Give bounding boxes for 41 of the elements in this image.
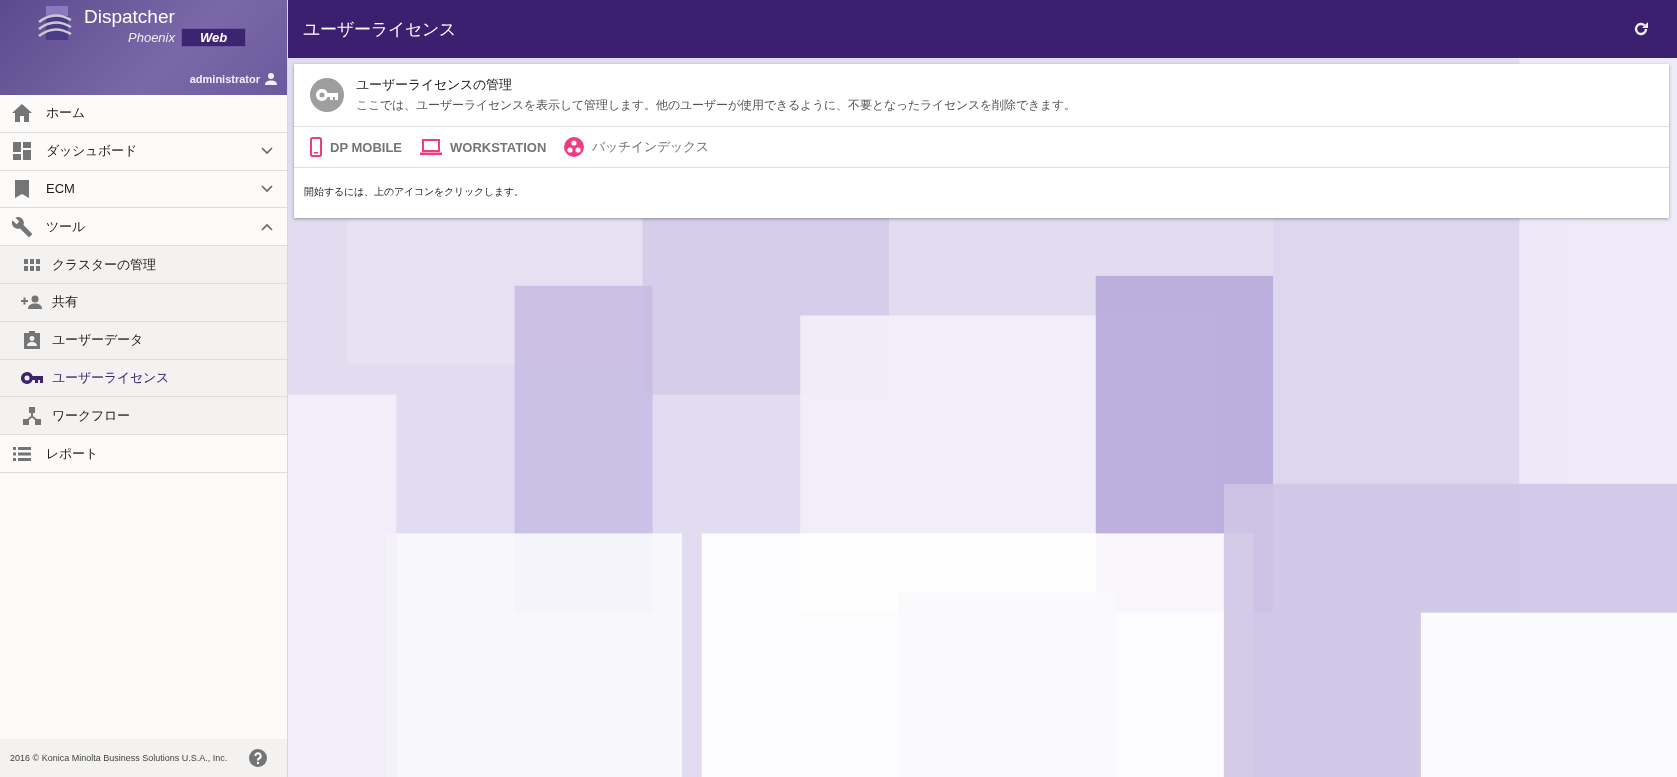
instruction-text: 開始するには、上のアイコンをクリックします。: [303, 185, 525, 199]
add-person-icon: [21, 295, 43, 310]
grid-icon: [24, 258, 40, 271]
home-icon: [12, 104, 32, 123]
copyright-text: 2016 © Konica Minolta Business Solutions U.S.A., Inc.: [10, 753, 229, 763]
license-tab[interactable]: バッチインデックス: [564, 137, 710, 157]
page-title: ユーザーライセンス: [303, 18, 457, 41]
key-icon: [21, 371, 43, 384]
app-title: Dispatcher: [84, 6, 176, 28]
workflow-icon: [23, 406, 41, 425]
list-icon: [13, 446, 31, 461]
nav-item[interactable]: レポート: [0, 435, 287, 473]
license-tab[interactable]: WORKSTATION: [420, 139, 547, 155]
nav-item[interactable]: ワークフロー: [0, 397, 287, 436]
edition-label: Web: [181, 28, 247, 47]
help-icon[interactable]: [249, 749, 267, 767]
card-title: ユーザーライセンスの管理: [356, 76, 513, 94]
nav-item[interactable]: ユーザーライセンス: [0, 359, 287, 398]
nav-item[interactable]: ホーム: [0, 95, 287, 133]
nav-item[interactable]: ユーザーデータ: [0, 321, 287, 360]
user-name: administrator: [189, 73, 260, 85]
chevron-up-icon: [261, 222, 273, 231]
laptop-icon: [420, 139, 442, 155]
nav-item[interactable]: クラスターの管理: [0, 246, 287, 284]
key-icon: [310, 78, 344, 112]
dashboard-icon: [13, 142, 31, 161]
id-badge-icon: [24, 331, 40, 350]
dots-circle-icon: [564, 137, 585, 157]
person-icon: [265, 73, 277, 85]
phone-icon: [310, 137, 322, 157]
wrench-icon: [11, 215, 33, 238]
bookmark-icon: [15, 180, 29, 198]
chevron-down-icon: [261, 185, 273, 193]
chevron-down-icon: [261, 147, 273, 156]
nav-item[interactable]: ダッシュボード: [0, 132, 287, 171]
card-description: ここでは、ユーザーライセンスを表示して管理します。他のユーザーが使用できるように、不要となったライセンスを削除できます。: [356, 97, 1076, 114]
nav-item[interactable]: 共有: [0, 284, 287, 322]
refresh-icon[interactable]: [1633, 21, 1649, 37]
nav-item[interactable]: ECM: [0, 170, 287, 209]
app-subtitle: Phoenix: [128, 30, 175, 45]
license-tab[interactable]: DP MOBILE: [310, 137, 402, 157]
